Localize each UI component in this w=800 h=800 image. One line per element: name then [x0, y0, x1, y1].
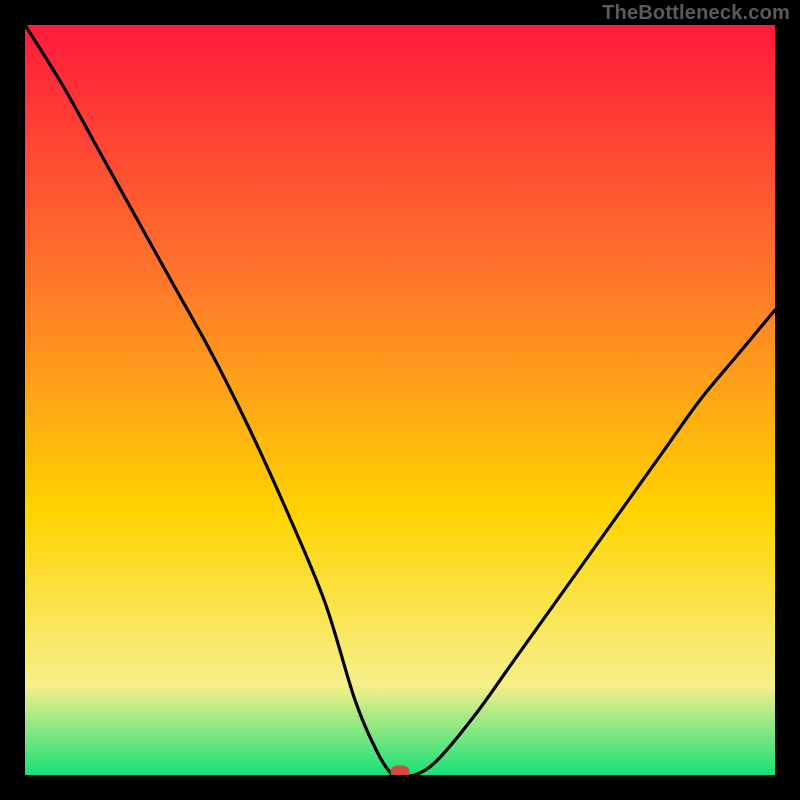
chart-frame: TheBottleneck.com: [0, 0, 800, 800]
chart-svg: [25, 25, 775, 775]
gradient-background: [25, 25, 775, 775]
optimum-marker: [391, 766, 409, 775]
plot-area: [25, 25, 775, 775]
watermark-text: TheBottleneck.com: [602, 2, 790, 25]
